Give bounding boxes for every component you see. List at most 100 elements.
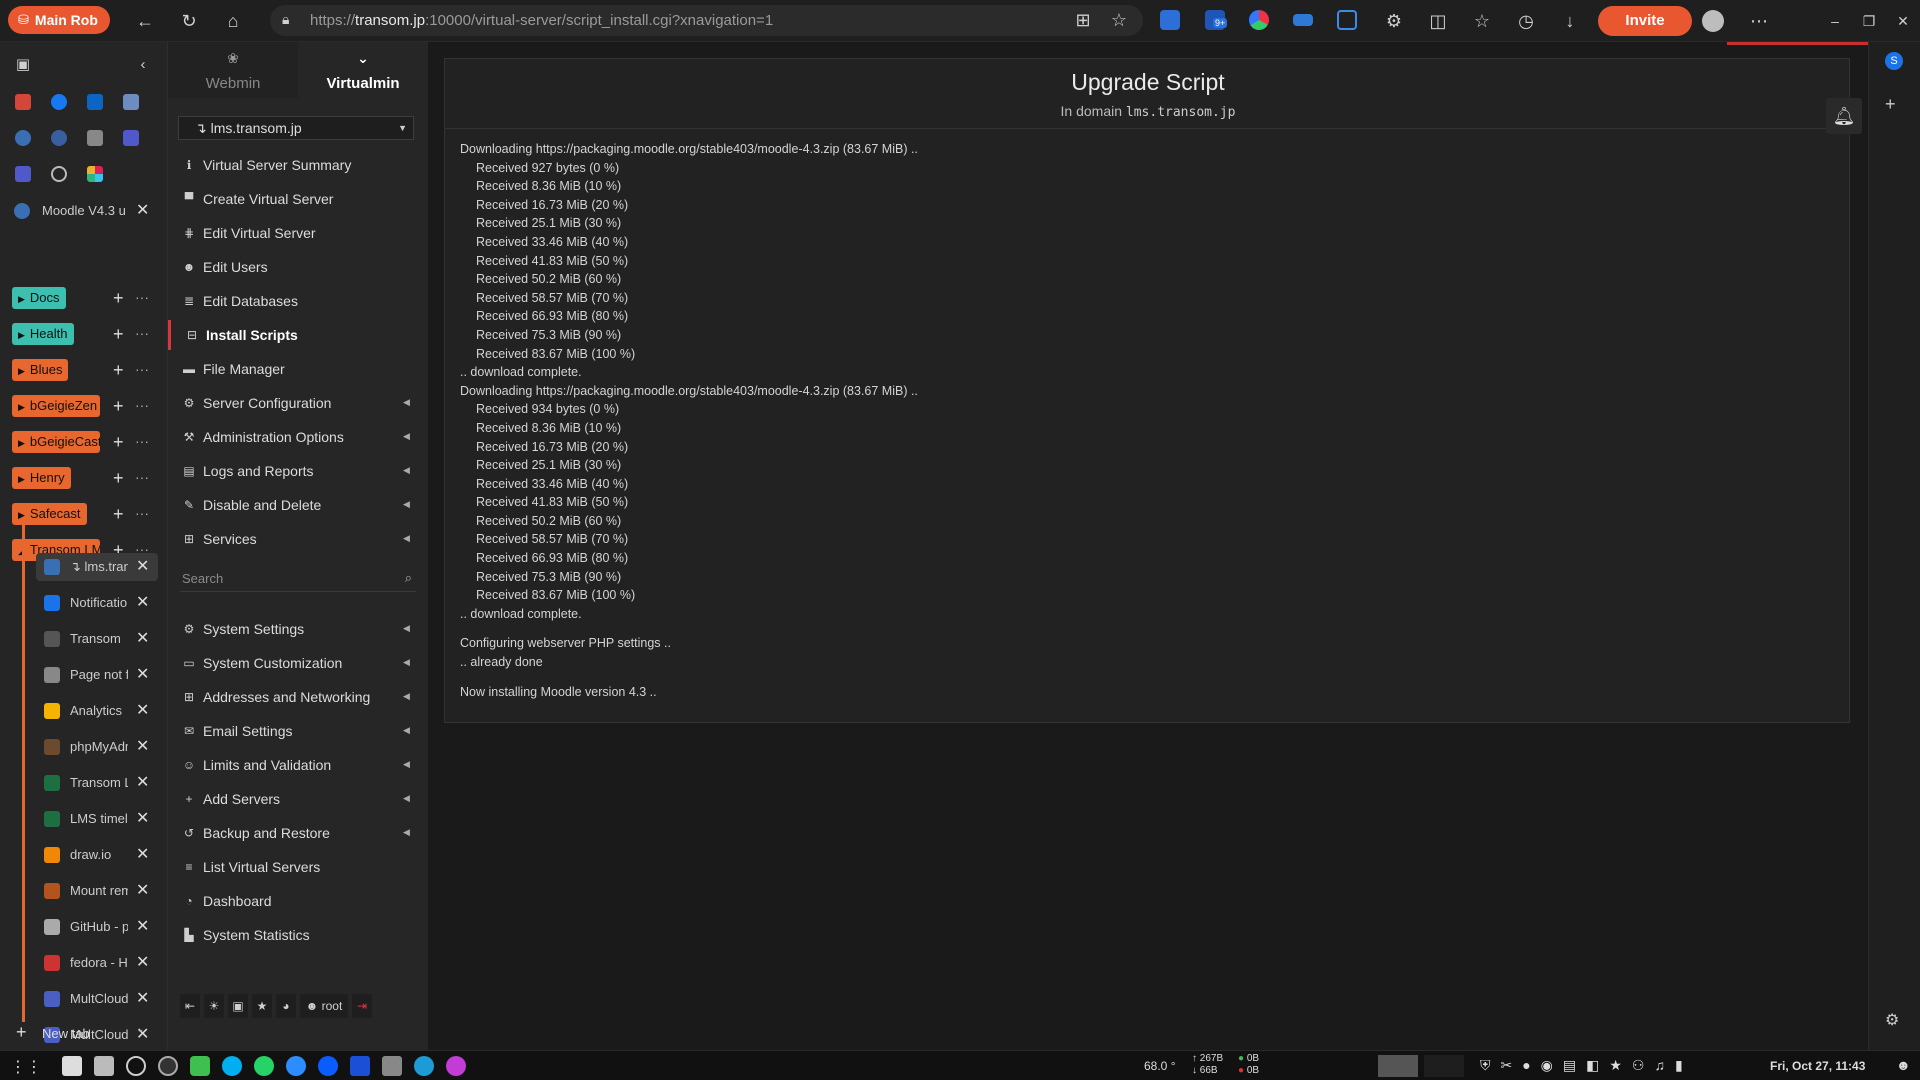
close-icon[interactable]: ✕ <box>136 952 149 972</box>
webmin-alt-icon[interactable] <box>51 130 67 146</box>
close-icon[interactable]: ✕ <box>136 772 149 792</box>
workspace-tag[interactable]: ▶ Blues <box>12 359 69 381</box>
menu-item-addresses-and-networking[interactable]: ⊞ Addresses and Networking ◀ <box>168 682 428 712</box>
whatsapp-app-icon[interactable] <box>254 1056 274 1076</box>
tab-item[interactable]: MultCloud ✕ <box>36 985 158 1013</box>
downloads-icon[interactable]: ↓ <box>1557 8 1583 34</box>
close-icon[interactable]: ✕ <box>136 592 149 612</box>
menu-item-server-configuration[interactable]: ⚙ Server Configuration ◀ <box>168 388 428 418</box>
tab-item[interactable]: Page not found ✕ <box>36 661 158 689</box>
menu-item-logs-and-reports[interactable]: ▤ Logs and Reports ◀ <box>168 456 428 486</box>
menu-item-virtual-server-summary[interactable]: ℹ Virtual Server Summary <box>168 150 428 180</box>
obs-app-icon[interactable] <box>158 1056 178 1076</box>
tab-item[interactable]: Transom ✕ <box>36 625 158 653</box>
webmin-icon[interactable] <box>15 130 31 146</box>
close-icon[interactable]: ✕ <box>136 808 149 828</box>
close-icon[interactable]: ✕ <box>136 628 149 648</box>
more-icon[interactable]: ··· <box>135 287 149 307</box>
more-icon[interactable]: ··· <box>135 359 149 379</box>
menu-item-install-scripts[interactable]: ⊟ Install Scripts <box>168 320 428 350</box>
tab-item[interactable]: GitHub - project ✕ <box>36 913 158 941</box>
system-tray-icons[interactable]: ⛨✂●◉▤◧★⚇♫▮ <box>1480 1057 1693 1074</box>
tab-item[interactable]: draw.io ✕ <box>36 841 158 869</box>
tab-item[interactable]: Transom LMS ✕ <box>36 769 158 797</box>
skype-app-icon[interactable] <box>222 1056 242 1076</box>
more-icon[interactable]: ··· <box>135 503 149 523</box>
tab-item[interactable]: fedora - Help ✕ <box>36 949 158 977</box>
add-tab-icon[interactable]: + <box>113 503 124 525</box>
color-app-icon[interactable] <box>446 1056 466 1076</box>
linkedin-icon[interactable] <box>87 94 103 110</box>
profile-button[interactable]: ⛁ Main Rob <box>8 6 110 34</box>
close-icon[interactable]: ✕ <box>136 556 149 576</box>
favorite-star-icon[interactable]: ☆ <box>1106 7 1132 33</box>
menu-item-administration-options[interactable]: ⚒ Administration Options ◀ <box>168 422 428 452</box>
user-menu-icon[interactable]: ☻ <box>1896 1057 1911 1073</box>
menu-item-dashboard[interactable]: ◔ Dashboard <box>168 886 428 916</box>
minimize-icon[interactable]: – <box>1822 8 1848 34</box>
add-tab-icon[interactable]: + <box>113 359 124 381</box>
lock-icon[interactable]: 🔒︎ <box>282 11 298 29</box>
clock-app-icon[interactable] <box>126 1056 146 1076</box>
close-icon[interactable]: ✕ <box>136 736 149 756</box>
notifications-bell-icon[interactable]: 🔔︎ <box>1826 98 1862 134</box>
close-icon[interactable]: ✕ <box>136 664 149 684</box>
menu-item-create-virtual-server[interactable]: ▀ Create Virtual Server <box>168 184 428 214</box>
reload-icon[interactable]: ↻ <box>176 8 202 34</box>
address-bar[interactable]: 🔒︎ https://transom.jp:10000/virtual-serv… <box>270 5 1143 36</box>
workspace-tag[interactable]: ▶ Health <box>12 323 74 345</box>
tab-item[interactable]: Mount remote ✕ <box>36 877 158 905</box>
skype-icon[interactable]: S <box>1885 52 1903 70</box>
menu-item-disable-and-delete[interactable]: ✎ Disable and Delete ◀ <box>168 490 428 520</box>
tab-moodle[interactable]: Moodle V4.3 u ✕ <box>8 197 158 225</box>
close-icon[interactable]: ✕ <box>136 700 149 720</box>
search-icon[interactable]: ⌕ <box>405 570 412 586</box>
home-icon[interactable]: ⌂ <box>220 8 246 34</box>
add-tab-icon[interactable]: + <box>113 395 124 417</box>
close-icon[interactable]: ✕ <box>136 988 149 1008</box>
history-icon[interactable]: ◷ <box>1513 8 1539 34</box>
add-tab-icon[interactable]: + <box>113 287 124 309</box>
gmail-icon[interactable] <box>15 94 31 110</box>
workspace-tag[interactable]: ▶ Henry <box>12 467 71 489</box>
add-tab-icon[interactable]: + <box>113 431 124 453</box>
menu-item-system-customization[interactable]: ▭ System Customization ◀ <box>168 648 428 678</box>
terminal-icon[interactable]: ▣ <box>228 994 248 1018</box>
menu-item-backup-and-restore[interactable]: ↺ Backup and Restore ◀ <box>168 818 428 848</box>
user-button[interactable]: ☻ root <box>300 994 348 1018</box>
new-tab-button[interactable]: + New tab ⌄ <box>12 1022 162 1046</box>
zoom-app-icon[interactable] <box>318 1056 338 1076</box>
link-extension-icon[interactable] <box>1160 10 1180 30</box>
avatar[interactable] <box>1702 10 1724 32</box>
more-icon[interactable]: ··· <box>135 467 149 487</box>
menu-item-file-manager[interactable]: ▬ File Manager <box>168 354 428 384</box>
theme-icon[interactable]: ☀ <box>204 994 224 1018</box>
sidebar-toggle-icon[interactable]: ▣ <box>10 52 36 78</box>
teams-icon[interactable] <box>123 130 139 146</box>
menu-item-add-servers[interactable]: + Add Servers ◀ <box>168 784 428 814</box>
menu-item-services[interactable]: ⊞ Services ◀ <box>168 524 428 554</box>
slack-icon[interactable] <box>87 166 103 182</box>
menu-item-list-virtual-servers[interactable]: ≡ List Virtual Servers <box>168 852 428 882</box>
close-icon[interactable]: ✕ <box>136 916 149 936</box>
menu-item-system-statistics[interactable]: ▙ System Statistics <box>168 920 428 950</box>
workspace-tag[interactable]: ▶ bGeigieCast <box>12 431 100 453</box>
add-icon[interactable]: + <box>1885 94 1896 115</box>
palette-icon[interactable]: ◕ <box>276 994 296 1018</box>
search-input[interactable]: Search <box>182 571 223 586</box>
menu-item-limits-and-validation[interactable]: ☺ Limits and Validation ◀ <box>168 750 428 780</box>
tab-item[interactable]: ↴ lms.transom.jp ✕ <box>36 553 158 581</box>
star-icon[interactable]: ★ <box>252 994 272 1018</box>
more-icon[interactable]: ··· <box>135 323 149 343</box>
favorites-icon[interactable]: ☆ <box>1469 8 1495 34</box>
contacts-icon[interactable] <box>87 130 103 146</box>
app-available-icon[interactable]: ⊞ <box>1070 7 1096 33</box>
close-icon[interactable]: ✕ <box>136 880 149 900</box>
app-grid-icon[interactable]: ⋮⋮ <box>10 1057 42 1077</box>
facebook-icon[interactable] <box>51 94 67 110</box>
menu-item-email-settings[interactable]: ✉ Email Settings ◀ <box>168 716 428 746</box>
menu-search[interactable]: Search ⌕ <box>180 566 416 592</box>
menu-item-edit-users[interactable]: ☻ Edit Users <box>168 252 428 282</box>
files-app-icon[interactable] <box>94 1056 114 1076</box>
tab-item[interactable]: Notifications ✕ <box>36 589 158 617</box>
